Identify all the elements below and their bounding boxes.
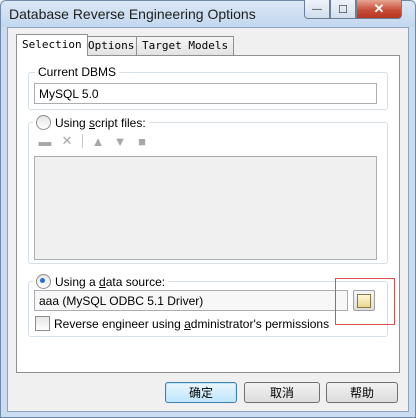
help-label: 帮助	[349, 386, 374, 400]
script-files-option[interactable]: Using script files:	[33, 115, 149, 130]
tab-selection[interactable]: Selection	[16, 34, 88, 56]
delete-icon[interactable]: ✕	[60, 133, 74, 148]
tab-target-models[interactable]: Target Models	[136, 36, 235, 55]
admin-permissions-option[interactable]: Reverse engineer using administrator's p…	[35, 316, 329, 331]
maximize-button[interactable]: ☐	[330, 0, 356, 19]
move-down-icon[interactable]: ▼	[113, 134, 127, 149]
cancel-label: 取消	[269, 386, 294, 400]
highlight-box	[335, 278, 395, 325]
tab-label: Selection	[22, 38, 82, 51]
minimize-button[interactable]: —	[304, 0, 330, 19]
ok-button[interactable]: 确定	[165, 382, 237, 403]
script-files-list[interactable]	[34, 156, 377, 260]
current-dbms-field[interactable]: MySQL 5.0	[34, 83, 377, 104]
script-files-label: Using script files:	[55, 115, 146, 130]
window-title: Database Reverse Engineering Options	[9, 6, 256, 22]
minimize-icon: —	[312, 3, 322, 15]
script-files-radio[interactable]	[36, 115, 51, 130]
toolbar-separator	[82, 134, 83, 148]
add-file-icon[interactable]: ▬	[38, 134, 52, 149]
tab-label: Target Models	[142, 39, 229, 52]
script-files-toolbar: ▬ ✕ ▲ ▼ ■	[38, 133, 149, 149]
help-button[interactable]: 帮助	[326, 382, 398, 403]
comment-icon[interactable]: ■	[135, 134, 149, 149]
maximize-icon: ☐	[338, 3, 348, 16]
close-button[interactable]: ✕	[356, 0, 402, 19]
data-source-radio[interactable]	[36, 274, 51, 289]
tab-label: Options	[88, 39, 135, 52]
admin-permissions-label: Reverse engineer using administrator's p…	[54, 316, 330, 331]
ok-label: 确定	[188, 386, 213, 400]
data-source-label: Using a data source:	[55, 274, 166, 289]
cancel-button[interactable]: 取消	[244, 382, 320, 403]
admin-permissions-checkbox[interactable]	[35, 316, 50, 331]
current-dbms-value: MySQL 5.0	[39, 87, 99, 101]
move-up-icon[interactable]: ▲	[91, 134, 105, 149]
tab-options[interactable]: Options	[82, 36, 141, 55]
data-source-option[interactable]: Using a data source:	[33, 274, 169, 289]
current-dbms-label: Current DBMS	[35, 65, 120, 79]
data-source-field[interactable]: aaa (MySQL ODBC 5.1 Driver)	[34, 290, 348, 311]
data-source-value: aaa (MySQL ODBC 5.1 Driver)	[39, 294, 204, 308]
close-icon: ✕	[373, 1, 385, 16]
